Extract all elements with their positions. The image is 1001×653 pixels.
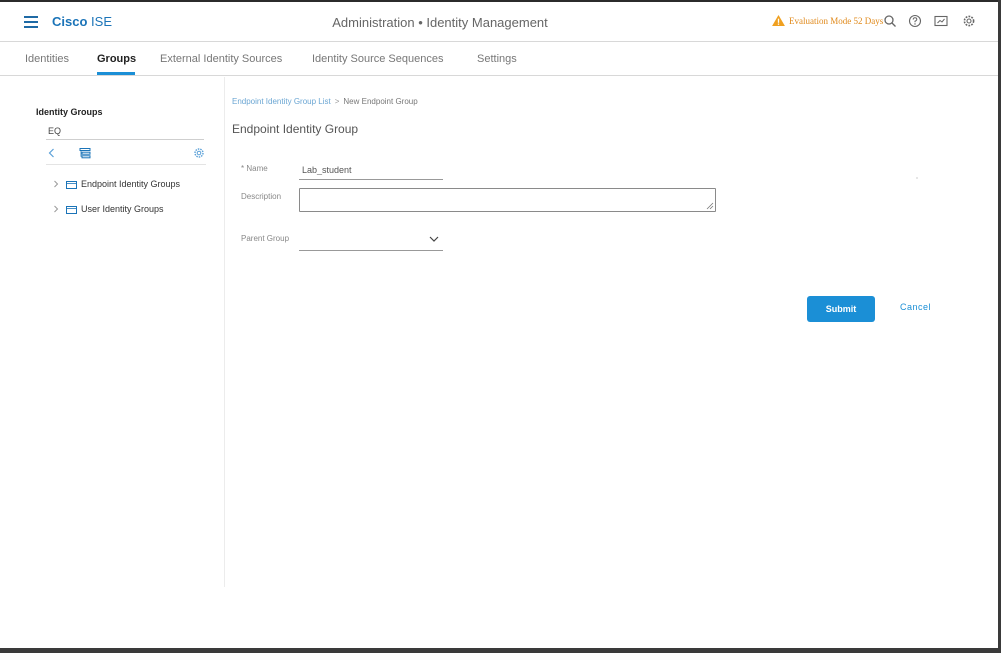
parent-group-select[interactable] [299,230,443,251]
name-input[interactable] [299,160,443,180]
description-input[interactable] [299,188,716,212]
sidebar-title: Identity Groups [36,107,103,117]
chevron-right-icon[interactable] [52,205,60,213]
app-window: Cisco ISE Administration • Identity Mana… [0,2,998,648]
tab-settings[interactable]: Settings [477,53,517,65]
warning-icon [772,15,785,26]
folder-icon [66,205,77,214]
tab-identities[interactable]: Identities [25,53,69,65]
tab-bar: Identities Groups External Identity Sour… [0,42,998,76]
tree-view-icon[interactable] [79,147,91,159]
breadcrumb-link-group-list[interactable]: Endpoint Identity Group List [232,97,331,106]
parent-group-label: Parent Group [241,234,290,243]
tab-external-identity-sources[interactable]: External Identity Sources [160,53,282,65]
identity-groups-sidebar: Identity Groups Endpoint Identity Groups [0,77,225,587]
gear-icon[interactable] [962,14,976,28]
active-tab-indicator [97,72,135,75]
tab-identity-source-sequences[interactable]: Identity Source Sequences [312,53,443,65]
sidebar-toolbar [46,143,206,165]
tree-item-endpoint-identity-groups[interactable]: Endpoint Identity Groups [52,179,180,189]
chevron-down-icon[interactable] [429,235,439,243]
search-icon[interactable] [883,14,897,28]
form-title: Endpoint Identity Group [232,122,359,136]
tree-item-label: User Identity Groups [81,204,164,214]
folder-icon [66,180,77,189]
breadcrumb-current: New Endpoint Group [343,97,418,106]
top-header: Cisco ISE Administration • Identity Mana… [0,2,998,42]
cancel-button[interactable]: Cancel [900,302,931,312]
chevron-left-icon[interactable] [46,147,58,159]
resize-handle-icon[interactable] [706,202,714,210]
window-edge-bottom [0,648,1001,653]
notifications-icon[interactable] [934,14,948,28]
description-label: Description [241,192,282,201]
tab-groups[interactable]: Groups [97,53,136,65]
name-label: * Name [241,164,268,173]
chevron-right-icon[interactable] [52,180,60,188]
sidebar-search-input[interactable] [46,122,204,140]
help-icon[interactable] [908,14,922,28]
settings-icon[interactable] [193,147,205,159]
submit-button[interactable]: Submit [807,296,875,322]
decorative-dot [916,177,918,179]
page-title: Administration • Identity Management [332,15,548,30]
tree-item-label: Endpoint Identity Groups [81,179,181,189]
tree-item-user-identity-groups[interactable]: User Identity Groups [52,204,164,214]
evaluation-badge[interactable]: Evaluation Mode 52 Days [772,15,883,26]
breadcrumb-separator-icon: > [334,97,340,106]
breadcrumb: Endpoint Identity Group List > New Endpoin… [232,97,418,106]
evaluation-text: Evaluation Mode 52 Days [789,15,884,26]
